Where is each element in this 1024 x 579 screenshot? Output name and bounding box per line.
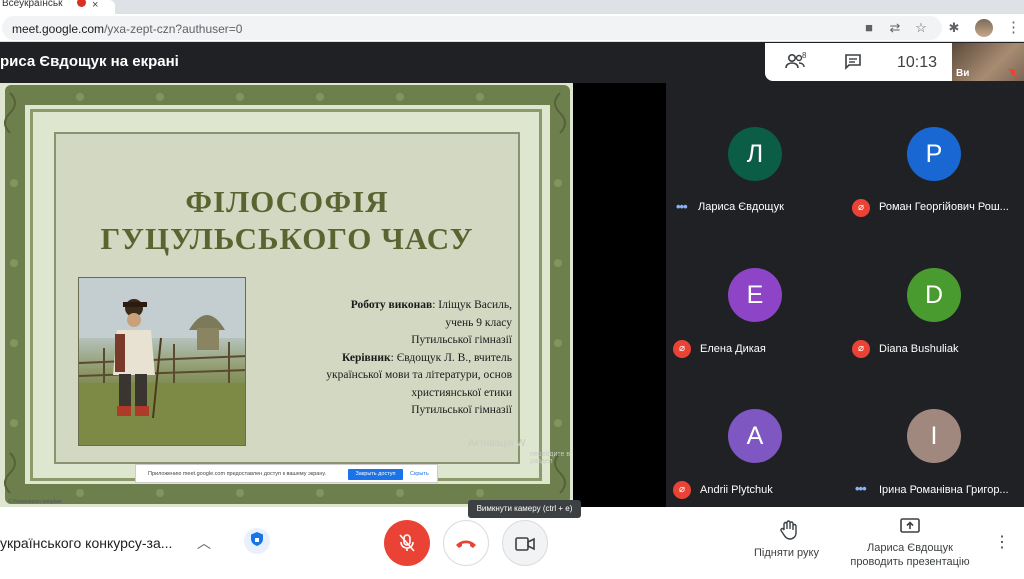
participant-tile[interactable]: І ••• Ірина Романівна Григор... xyxy=(845,365,1024,506)
shared-slide: ФІЛОСОФІЯ ГУЦУЛЬСЬКОГО ЧАСУ Роботу викон… xyxy=(0,83,573,507)
hutsul-painting-image xyxy=(78,277,246,446)
microphone-toggle-button[interactable] xyxy=(384,520,430,566)
participant-avatar: Е xyxy=(728,268,782,322)
windows-activation-watermark: Активація W xyxy=(468,438,526,449)
meeting-title[interactable]: українського конкурсу-за... xyxy=(0,535,172,551)
participant-count: 8 xyxy=(802,51,807,60)
windows-activation-hint: перейдите в раздел xyxy=(530,451,571,465)
stop-sharing-button[interactable]: Закрыть доступ xyxy=(348,469,403,480)
browser-menu-icon[interactable]: ⋮ xyxy=(1006,18,1021,36)
browser-tab-strip: Всеукраїнськ × xyxy=(0,0,1024,14)
profile-avatar[interactable] xyxy=(975,19,993,37)
screen-share-notice: Приложению meet.google.com предоставлен … xyxy=(135,464,438,483)
slide-title-line2: ГУЦУЛЬСЬКОГО ЧАСУ xyxy=(100,221,474,256)
presenter-status-line1: Лариса Євдощук xyxy=(867,542,953,554)
more-options-icon[interactable]: ⋮ xyxy=(994,532,1010,552)
translate-icon[interactable]: ⇄ xyxy=(886,19,904,37)
videocam-icon xyxy=(515,537,535,551)
mic-off-icon: ⌀ xyxy=(852,199,870,217)
bookmark-star-icon[interactable]: ☆ xyxy=(912,19,930,37)
participant-name: Andrii Plytchuk xyxy=(700,484,773,496)
meeting-clock: 10:13 xyxy=(897,54,938,71)
slide-title: ФІЛОСОФІЯ ГУЦУЛЬСЬКОГО ЧАСУ xyxy=(54,183,520,257)
mic-off-icon xyxy=(399,534,415,552)
address-bar[interactable]: meet.google.com/yxa-zept-czn?authuser=0 xyxy=(2,16,942,40)
presentation-letterbox xyxy=(573,83,666,507)
participant-tile[interactable]: A ⌀ Andrii Plytchuk xyxy=(666,365,845,506)
url-text: meet.google.com/yxa-zept-czn?authuser=0 xyxy=(12,22,243,36)
talking-indicator-icon: ••• xyxy=(855,481,867,496)
participant-name: Елена Дикая xyxy=(700,343,766,355)
participant-avatar: A xyxy=(728,409,782,463)
host-controls-shield-icon[interactable] xyxy=(244,528,270,554)
participants-grid: Л ••• Лариса Євдощук Р ⌀ Роман Георгійов… xyxy=(666,83,1024,507)
tab-close-icon[interactable]: × xyxy=(92,0,98,11)
presenter-banner: риса Євдощук на екрані xyxy=(0,53,179,70)
participant-name: Ірина Романівна Григор... xyxy=(879,484,1009,496)
self-label: Ви xyxy=(956,68,970,79)
participant-avatar: Л xyxy=(728,127,782,181)
talking-indicator-icon: ••• xyxy=(676,199,688,214)
participant-tile[interactable]: Л ••• Лариса Євдощук xyxy=(666,83,845,224)
mic-off-icon: ⌀ xyxy=(852,340,870,358)
participant-tile[interactable]: Е ⌀ Елена Дикая xyxy=(666,224,845,365)
template-copyright: © Presentation template xyxy=(8,499,62,505)
participant-tile[interactable]: D ⌀ Diana Bushuliak xyxy=(845,224,1024,365)
chat-icon[interactable] xyxy=(844,53,862,75)
chevron-up-icon[interactable]: ︿ xyxy=(197,533,211,553)
share-notice-text: Приложению meet.google.com предоставлен … xyxy=(148,471,327,477)
participant-name: Diana Bushuliak xyxy=(879,343,959,355)
participant-name: Роман Георгійович Рош... xyxy=(879,201,1009,213)
camera-toggle-button[interactable] xyxy=(502,520,548,566)
participant-name: Лариса Євдощук xyxy=(698,201,784,213)
leave-call-button[interactable] xyxy=(443,520,489,566)
raise-hand-icon[interactable] xyxy=(780,520,798,546)
mic-off-icon: ⌀ xyxy=(673,340,691,358)
slide-title-line1: ФІЛОСОФІЯ xyxy=(185,184,389,219)
mic-off-icon: ⌀ xyxy=(673,481,691,499)
present-screen-icon[interactable] xyxy=(900,518,920,538)
tab-title: Всеукраїнськ xyxy=(2,0,63,9)
raise-hand-label[interactable]: Підняти руку xyxy=(754,547,819,559)
camera-tooltip: Вимкнути камеру (ctrl + e) xyxy=(468,500,581,518)
extensions-icon[interactable]: ✱ xyxy=(945,19,963,37)
participant-avatar: І xyxy=(907,409,961,463)
participant-tile[interactable]: Р ⌀ Роман Георгійович Рош... xyxy=(845,83,1024,224)
slide-byline: Роботу виконав: Іліщук Василь, учень 9 к… xyxy=(326,299,512,416)
phone-hangup-icon xyxy=(456,540,476,548)
self-mic-off-icon xyxy=(1008,68,1018,82)
participant-avatar: Р xyxy=(907,127,961,181)
hide-notice-link[interactable]: Скрыть xyxy=(410,471,429,477)
participant-avatar: D xyxy=(907,268,961,322)
camera-in-use-icon[interactable]: ■ xyxy=(860,19,878,37)
browser-toolbar: meet.google.com/yxa-zept-czn?authuser=0 … xyxy=(0,14,1024,42)
presenter-status[interactable]: Лариса Євдощук проводить презентацію xyxy=(849,541,971,569)
presenter-status-line2: проводить презентацію xyxy=(850,556,970,568)
